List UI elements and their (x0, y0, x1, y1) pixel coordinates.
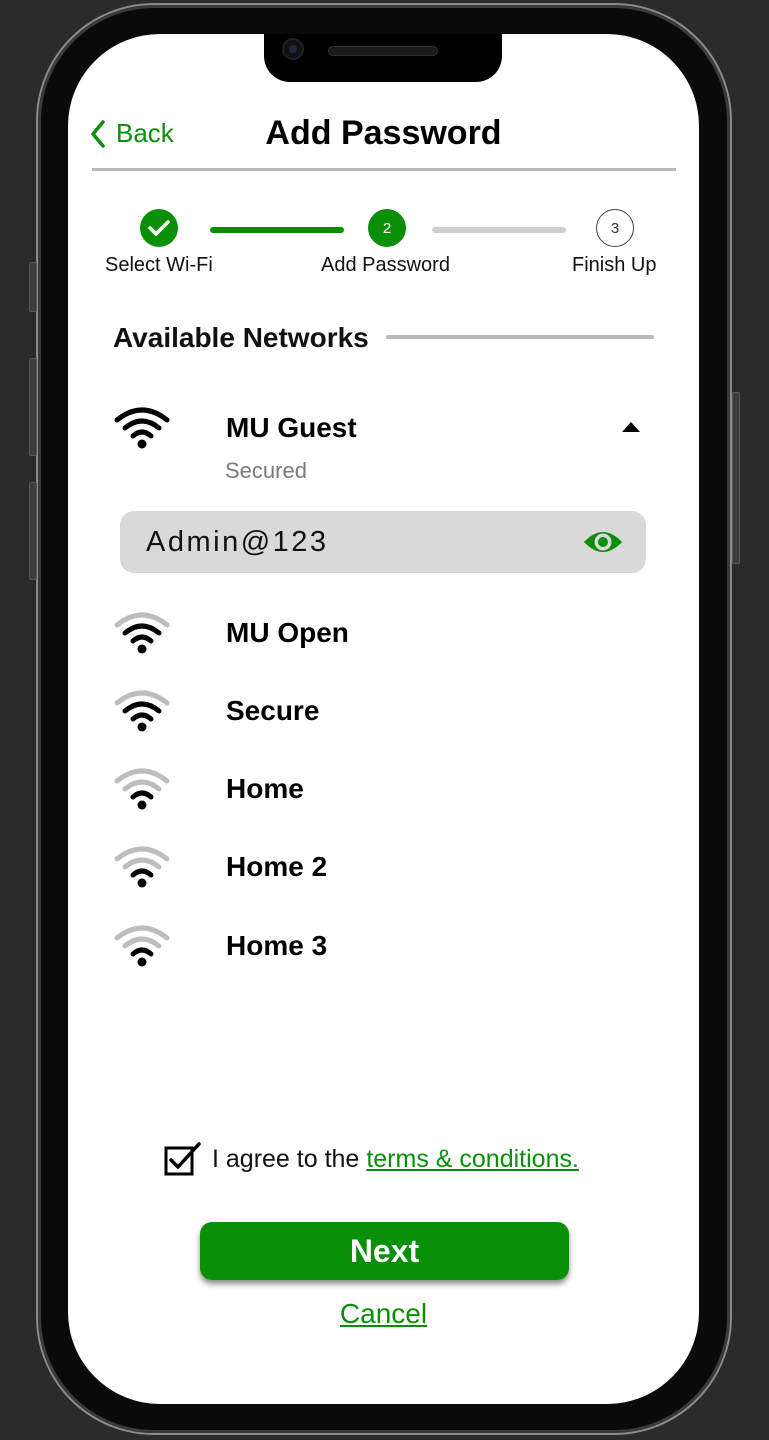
network-row-expanded[interactable]: MU Guest (112, 406, 672, 466)
eye-icon (584, 532, 622, 552)
notch (264, 34, 502, 82)
agree-text: I agree to the (212, 1144, 360, 1173)
speaker-grille (328, 46, 438, 56)
step-2-label: Add Password (321, 254, 450, 276)
network-name: Secure (226, 695, 320, 726)
terms-link[interactable]: terms & conditions. (366, 1145, 579, 1174)
volume-down-button (29, 482, 37, 580)
network-row[interactable]: Home 3 (112, 924, 672, 984)
step-connector-pending (432, 227, 566, 233)
network-name: Home 3 (226, 930, 328, 961)
network-row[interactable]: Secure (112, 689, 672, 749)
app-screen: Back Add Password 2 3 Select Wi-Fi Add P… (68, 34, 699, 1404)
wifi-icon (114, 768, 170, 810)
step-3-number: 3 (610, 219, 620, 237)
network-status: Secured (225, 458, 307, 483)
section-title: Available Networks (113, 322, 369, 353)
camera-icon (282, 38, 304, 60)
wifi-icon (114, 846, 170, 888)
silent-switch (29, 262, 37, 312)
password-field (120, 511, 646, 573)
step-3-label: Finish Up (572, 254, 657, 276)
network-name: Home 2 (226, 851, 328, 882)
password-input[interactable] (146, 523, 566, 561)
wifi-icon (114, 407, 170, 449)
agree-checkbox[interactable] (164, 1142, 202, 1176)
network-name: Home (226, 773, 304, 804)
header-divider (92, 168, 676, 171)
network-name: MU Open (226, 617, 349, 648)
step-3-pending: 3 (596, 209, 634, 247)
collapse-caret-icon[interactable] (622, 422, 640, 432)
checkbox-checked-icon (164, 1142, 201, 1176)
page-title: Add Password (265, 114, 502, 152)
step-1-label: Select Wi-Fi (105, 254, 213, 276)
network-row[interactable]: MU Open (112, 611, 672, 671)
wifi-icon (114, 612, 170, 654)
power-button (732, 392, 740, 564)
wifi-icon (114, 925, 170, 967)
step-2-number: 2 (382, 219, 392, 237)
step-2-active: 2 (368, 209, 406, 247)
network-row[interactable]: Home 2 (112, 845, 672, 905)
step-connector-complete (210, 227, 344, 233)
step-1-complete (140, 209, 178, 247)
volume-up-button (29, 358, 37, 456)
cancel-link[interactable]: Cancel (68, 1298, 699, 1330)
section-divider (386, 335, 654, 339)
show-password-toggle[interactable] (582, 526, 624, 558)
wifi-icon (114, 690, 170, 732)
terms-agreement: I agree to the terms & conditions. (164, 1142, 579, 1176)
check-icon (148, 220, 170, 236)
network-name: MU Guest (226, 412, 357, 443)
next-button[interactable]: Next (200, 1222, 569, 1280)
network-row[interactable]: Home (112, 767, 672, 827)
